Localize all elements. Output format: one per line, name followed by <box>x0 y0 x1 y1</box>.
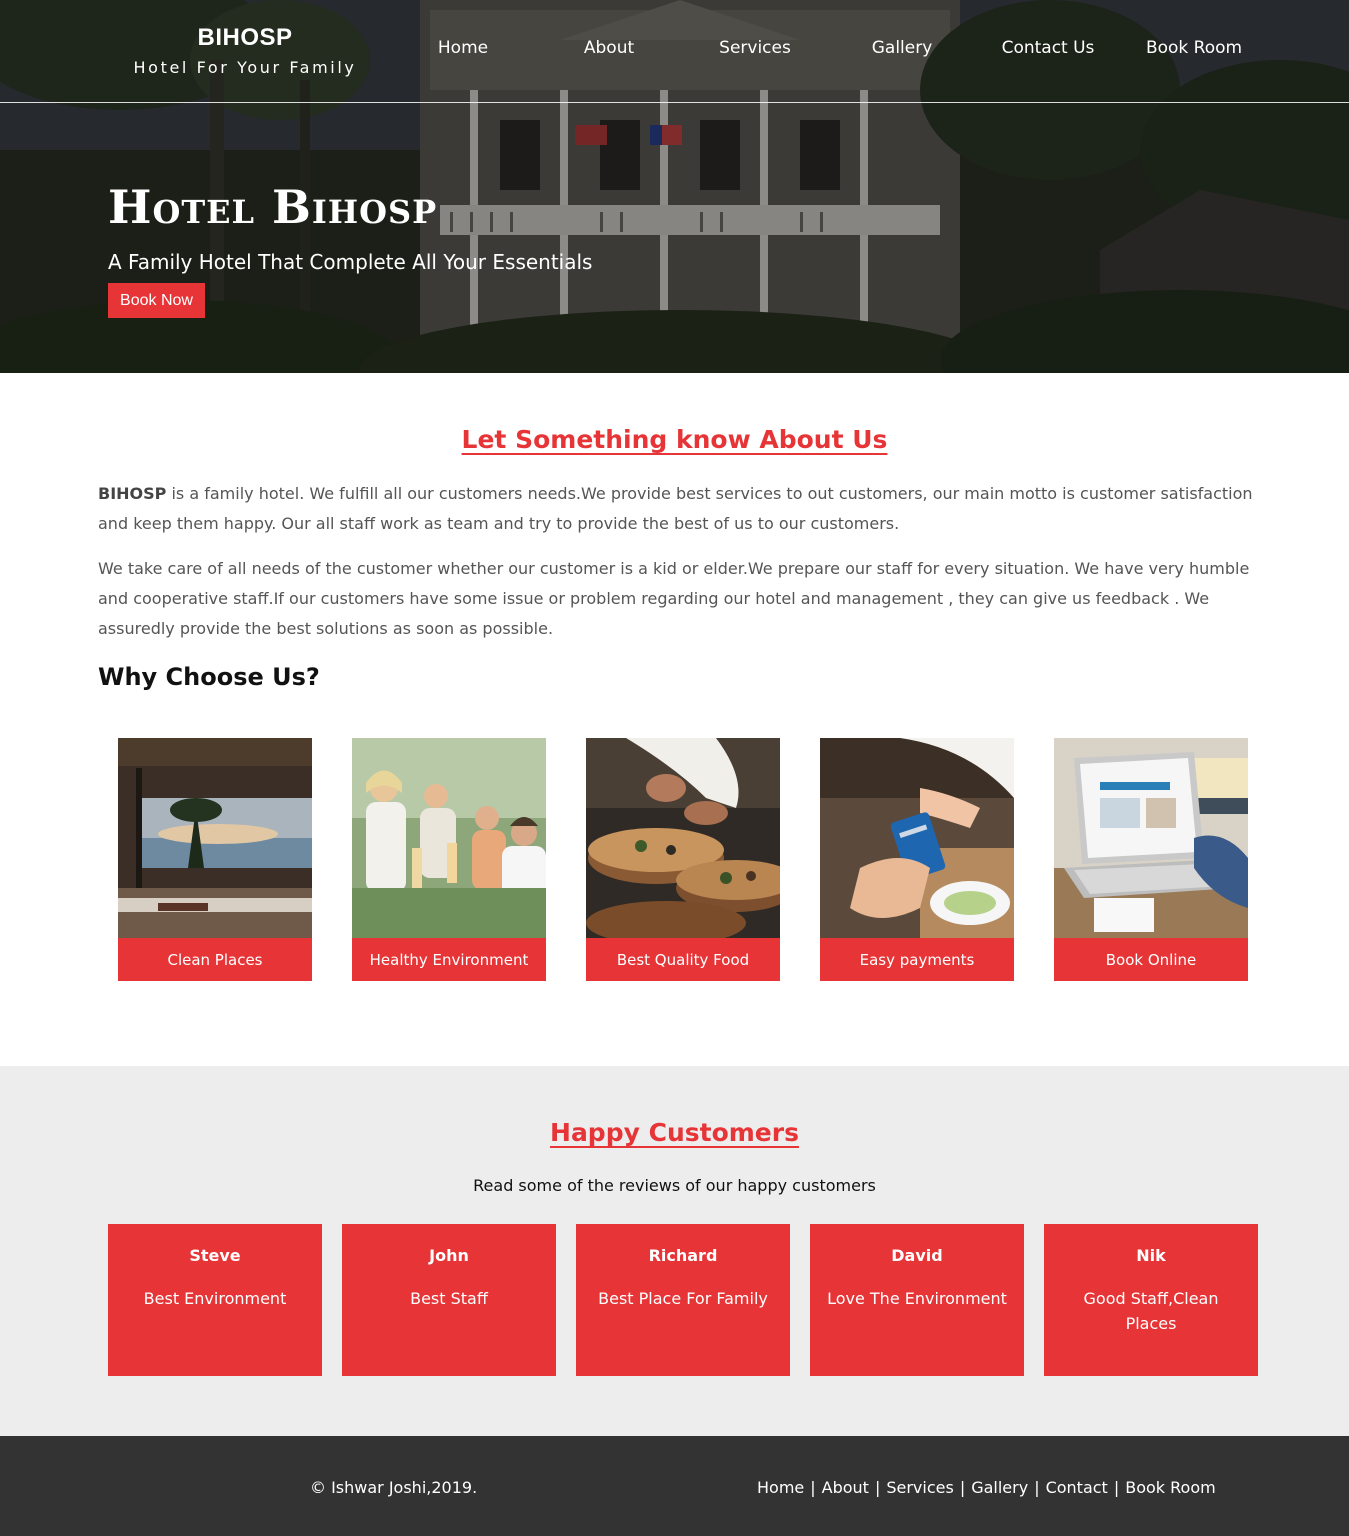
main-nav: Home About Services Gallery Contact Us B… <box>0 38 1349 62</box>
top-navbar: BIHOSP Hotel For Your Family Home About … <box>0 0 1349 103</box>
about-paragraph-1: BIHOSP is a family hotel. We fulfill all… <box>98 479 1258 539</box>
footer-nav: Home | About | Services | Gallery | Contact | Book… <box>757 1478 1216 1497</box>
footer-link-contact[interactable]: Contact <box>1046 1478 1108 1497</box>
footer-separator: | <box>810 1478 816 1497</box>
best-quality-food-image <box>586 738 780 938</box>
review-text: Love The Environment <box>827 1289 1007 1308</box>
healthy-environment-image <box>352 738 546 938</box>
feature-label: Easy payments <box>820 938 1014 981</box>
hero-subtitle: A Family Hotel That Complete All Your Es… <box>108 250 593 274</box>
about-paragraph-2: We take care of all needs of the custome… <box>98 559 1250 638</box>
footer-separator: | <box>874 1478 881 1497</box>
footer-separator: | <box>1113 1478 1120 1497</box>
nav-gallery[interactable]: Gallery <box>872 38 933 58</box>
why-choose-us-title: Why Choose Us? <box>98 663 320 691</box>
nav-book-room[interactable]: Book Room <box>1146 38 1242 58</box>
footer-separator: | <box>1034 1478 1040 1497</box>
nav-services[interactable]: Services <box>719 38 791 58</box>
reviewer-name: Nik <box>1136 1246 1166 1265</box>
feature-label: Best Quality Food <box>586 938 780 981</box>
feature-card-easy-payments[interactable]: Easy payments <box>820 738 1014 981</box>
feature-card-healthy-environment[interactable]: Healthy Environment <box>352 738 546 981</box>
review-text: Good Staff,Clean Places <box>1083 1289 1219 1333</box>
easy-payments-image <box>820 738 1014 938</box>
happy-customers-subtitle: Read some of the reviews of our happy cu… <box>473 1176 876 1195</box>
review-text: Best Staff <box>410 1289 488 1308</box>
footer-link-home[interactable]: Home <box>757 1478 804 1497</box>
footer-link-services[interactable]: Services <box>886 1478 953 1497</box>
reviewer-name: John <box>429 1246 469 1265</box>
hero-title: Hotel Bihosp <box>108 180 438 234</box>
review-text: Best Place For Family <box>598 1289 768 1308</box>
about-paragraph-1-text: is a family hotel. We fulfill all our cu… <box>98 484 1253 533</box>
about-brand-strong: BIHOSP <box>98 484 167 503</box>
footer-separator: | <box>959 1478 966 1497</box>
review-card: Steve Best Environment <box>108 1224 322 1376</box>
footer-link-about[interactable]: About <box>822 1478 869 1497</box>
book-online-image <box>1054 738 1248 938</box>
reviewer-name: Richard <box>648 1246 718 1265</box>
review-card: David Love The Environment <box>810 1224 1024 1376</box>
nav-home[interactable]: Home <box>438 38 488 58</box>
happy-customers-section: Happy Customers Read some of the reviews… <box>0 1066 1349 1436</box>
book-now-button[interactable]: Book Now <box>108 283 205 318</box>
clean-places-image <box>118 738 312 938</box>
review-card: John Best Staff <box>342 1224 556 1376</box>
feature-label: Book Online <box>1054 938 1248 981</box>
about-section: Let Something know About Us BIHOSP is a … <box>0 373 1349 1066</box>
feature-label: Healthy Environment <box>352 938 546 981</box>
feature-card-best-quality-food[interactable]: Best Quality Food <box>586 738 780 981</box>
footer-link-book-room[interactable]: Book Room <box>1125 1478 1215 1497</box>
reviewer-name: David <box>891 1246 943 1265</box>
nav-about[interactable]: About <box>584 38 634 58</box>
review-card: Nik Good Staff,Clean Places <box>1044 1224 1258 1376</box>
happy-customers-title: Happy Customers <box>550 1118 799 1147</box>
reviewer-name: Steve <box>189 1246 241 1265</box>
feature-label: Clean Places <box>118 938 312 981</box>
feature-card-clean-places[interactable]: Clean Places <box>118 738 312 981</box>
review-text: Best Environment <box>143 1289 287 1308</box>
copyright-text: © Ishwar Joshi,2019. <box>310 1478 478 1497</box>
about-title: Let Something know About Us <box>461 425 888 454</box>
review-card: Richard Best Place For Family <box>576 1224 790 1376</box>
footer-link-gallery[interactable]: Gallery <box>971 1478 1028 1497</box>
hero-section: BIHOSP Hotel For Your Family Home About … <box>0 0 1349 373</box>
footer: © Ishwar Joshi,2019. Home | About | Services… <box>0 1436 1349 1536</box>
feature-card-book-online[interactable]: Book Online <box>1054 738 1248 981</box>
nav-contact-us[interactable]: Contact Us <box>1002 38 1095 58</box>
